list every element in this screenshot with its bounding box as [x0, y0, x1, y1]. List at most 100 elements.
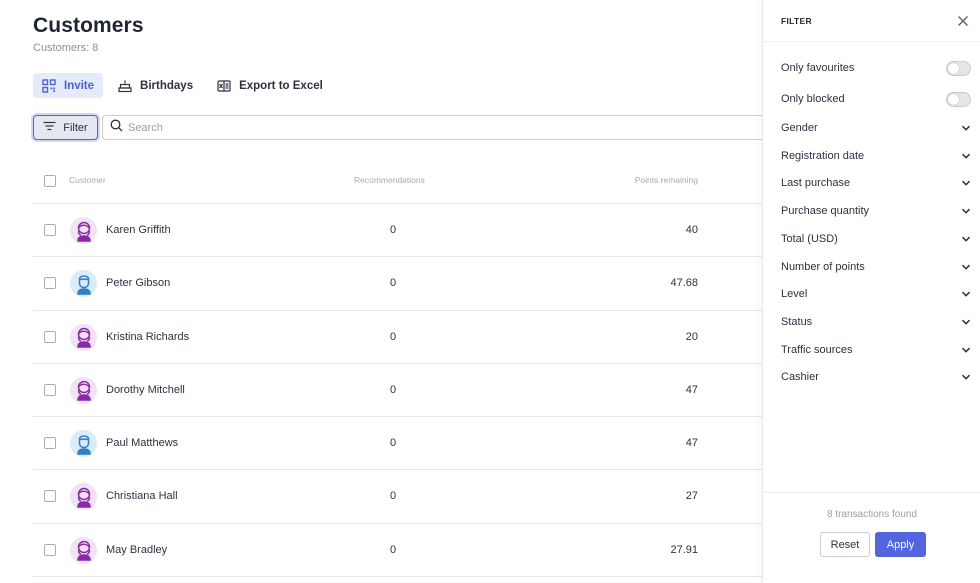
- filter-button-label: Filter: [63, 121, 88, 134]
- table-row[interactable]: Kristina Richards 0 20: [33, 311, 762, 364]
- filter-section-label: Level: [781, 288, 808, 301]
- filter-lines-icon: [43, 121, 56, 134]
- chevron-down-icon: [961, 151, 971, 161]
- filter-section-gender[interactable]: Gender: [781, 118, 971, 138]
- results-count: 8 transactions found: [826, 509, 918, 520]
- birthdays-label: Birthdays: [140, 79, 194, 92]
- only-blocked-toggle[interactable]: [946, 91, 971, 107]
- only-blocked-label: Only blocked: [781, 93, 845, 105]
- chevron-down-icon: [961, 372, 971, 382]
- row-checkbox[interactable]: [44, 330, 56, 343]
- birthdays-button[interactable]: Birthdays: [109, 73, 202, 98]
- chevron-down-icon: [961, 317, 971, 327]
- customer-count: Customers: 8: [33, 42, 99, 54]
- points-remaining-value: 47: [685, 437, 698, 450]
- customer-name[interactable]: Karen Griffith: [106, 224, 171, 236]
- filter-section-traffic-sources[interactable]: Traffic sources: [781, 340, 971, 360]
- search-icon: [110, 119, 123, 137]
- male-avatar-icon: [70, 270, 97, 298]
- invite-button[interactable]: Invite: [33, 73, 104, 98]
- row-checkbox[interactable]: [44, 543, 56, 556]
- chevron-down-icon: [961, 345, 971, 355]
- points-remaining-value: 27.91: [670, 543, 698, 556]
- column-customer: Customer: [69, 175, 106, 185]
- row-checkbox[interactable]: [44, 383, 56, 396]
- customer-name[interactable]: Peter Gibson: [106, 277, 170, 289]
- filter-section-label: Cashier: [781, 371, 819, 384]
- filter-panel: FILTER Only favourites Only blocked Gend…: [762, 0, 980, 583]
- female-avatar-icon: [70, 217, 97, 244]
- column-recommendations: Recommendations: [354, 175, 425, 185]
- points-remaining-value: 40: [685, 224, 698, 236]
- customer-name[interactable]: Dorothy Mitchell: [106, 384, 185, 396]
- filter-section-registration-date[interactable]: Registration date: [781, 146, 971, 166]
- select-all-checkbox[interactable]: [44, 175, 56, 187]
- recommendations-value: 0: [389, 224, 397, 236]
- cake-icon: [118, 79, 132, 93]
- filter-section-label: Traffic sources: [781, 343, 853, 356]
- row-checkbox[interactable]: [44, 490, 56, 503]
- excel-icon: [217, 79, 231, 93]
- invite-label: Invite: [64, 79, 95, 92]
- only-favourites-toggle[interactable]: [946, 60, 971, 76]
- points-remaining-value: 20: [685, 330, 698, 343]
- qr-code-icon: [42, 78, 56, 93]
- filter-section-status[interactable]: Status: [781, 312, 971, 332]
- female-avatar-icon: [70, 376, 97, 404]
- customer-name[interactable]: Christiana Hall: [106, 490, 178, 502]
- filter-section-label: Status: [781, 315, 813, 328]
- row-checkbox[interactable]: [44, 437, 56, 450]
- row-checkbox[interactable]: [44, 277, 56, 290]
- filter-section-total-usd[interactable]: Total (USD): [781, 229, 971, 249]
- filter-button[interactable]: Filter: [33, 115, 98, 140]
- points-remaining-value: 47.68: [670, 277, 698, 290]
- table-row[interactable]: Peter Gibson 0 47.68: [33, 257, 762, 311]
- female-avatar-icon: [70, 483, 97, 511]
- filter-section-label: Number of points: [781, 260, 865, 273]
- customer-name[interactable]: Paul Matthews: [106, 437, 178, 449]
- recommendations-value: 0: [389, 277, 397, 290]
- filter-section-number-of-points[interactable]: Number of points: [781, 257, 971, 277]
- customers-table: Customer Recommendations Points remainin…: [33, 158, 762, 578]
- reset-button[interactable]: Reset: [820, 532, 870, 557]
- table-header: Customer Recommendations Points remainin…: [33, 158, 762, 204]
- filter-section-level[interactable]: Level: [781, 284, 971, 304]
- toolbar: Invite Birthdays Export to Excel: [33, 73, 332, 98]
- filter-section-label: Last purchase: [781, 177, 851, 190]
- table-body: Karen Griffith 0 40 Peter Gibson 0 47.68 Krist…: [33, 204, 762, 578]
- only-blocked-row[interactable]: Only blocked: [781, 89, 971, 109]
- filter-panel-header: FILTER: [763, 0, 980, 42]
- filter-section-label: Registration date: [781, 149, 865, 162]
- recommendations-value: 0: [389, 490, 397, 503]
- filter-section-last-purchase[interactable]: Last purchase: [781, 173, 971, 193]
- filter-section-label: Purchase quantity: [781, 205, 870, 218]
- customer-name[interactable]: May Bradley: [106, 544, 167, 556]
- chevron-down-icon: [961, 123, 971, 133]
- table-row[interactable]: Paul Matthews 0 47: [33, 417, 762, 471]
- filter-section-cashier[interactable]: Cashier: [781, 367, 971, 387]
- close-icon[interactable]: [956, 14, 970, 28]
- apply-button[interactable]: Apply: [875, 532, 926, 557]
- row-checkbox[interactable]: [44, 224, 56, 236]
- export-excel-button[interactable]: Export to Excel: [208, 73, 332, 98]
- filter-panel-footer: 8 transactions found Reset Apply: [763, 492, 980, 583]
- chevron-down-icon: [961, 289, 971, 299]
- search-box: [102, 115, 762, 140]
- chevron-down-icon: [961, 262, 971, 272]
- export-label: Export to Excel: [239, 79, 323, 92]
- only-favourites-row[interactable]: Only favourites: [781, 58, 971, 78]
- filter-section-label: Gender: [781, 122, 818, 134]
- filter-section-purchase-quantity[interactable]: Purchase quantity: [781, 201, 971, 221]
- table-row[interactable]: Dorothy Mitchell 0 47: [33, 364, 762, 418]
- customer-name[interactable]: Kristina Richards: [106, 331, 189, 343]
- male-avatar-icon: [70, 430, 97, 458]
- recommendations-value: 0: [389, 437, 397, 450]
- chevron-down-icon: [961, 234, 971, 244]
- table-row[interactable]: Karen Griffith 0 40: [33, 204, 762, 258]
- points-remaining-value: 47: [685, 383, 698, 396]
- search-input[interactable]: [128, 121, 728, 134]
- table-row[interactable]: Christiana Hall 0 27: [33, 470, 762, 524]
- column-points-remaining: Points remaining: [634, 175, 698, 185]
- points-remaining-value: 27: [685, 490, 698, 503]
- table-row[interactable]: May Bradley 0 27.91: [33, 524, 762, 578]
